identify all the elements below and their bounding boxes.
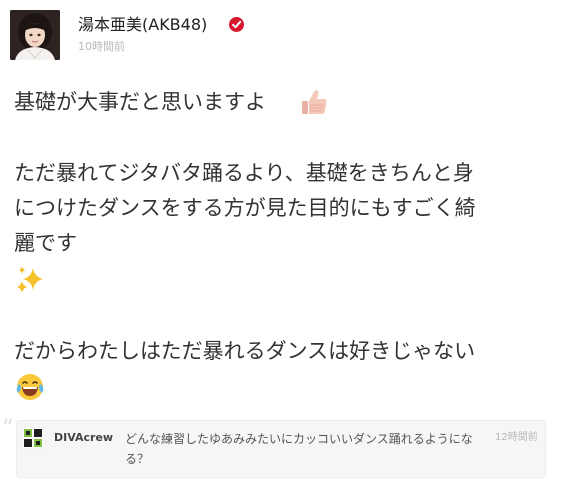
post-text-line: 麗です [14, 231, 77, 255]
post-timestamp[interactable]: 10時間前 [78, 40, 125, 54]
author-avatar[interactable] [10, 10, 60, 60]
comment-text: どんな練習したゆあみみたいにカッコいいダンス踊れるようになる？ [125, 432, 473, 466]
author-name[interactable]: 湯本亜美(AKB48) [78, 14, 207, 36]
laughing-crying-face-icon [14, 371, 46, 403]
post-text-line: につけたダンスをする方が見た目的にもすごく綺 [14, 196, 476, 220]
sparkles-icon [14, 264, 46, 296]
commenter-name[interactable]: DIVAcrew [54, 430, 113, 446]
commenter-avatar[interactable] [22, 427, 44, 449]
thumbs-up-icon [298, 86, 330, 118]
comment-timestamp: 12時間前 [495, 432, 538, 443]
diva-logo-icon [22, 427, 44, 449]
post-text-line: だからわたしはただ暴れるダンスは好きじゃない [14, 339, 476, 363]
post-text-line: ただ暴れてジタバタ踊るより、基礎をきちんと身 [14, 161, 474, 185]
avatar-photo-icon [10, 10, 60, 60]
quote-mark-icon: “ [2, 416, 14, 441]
comment-card: DIVAcrew どんな練習したゆあみみたいにカッコいいダンス踊れるようになる？… [16, 420, 546, 478]
verified-badge-icon [229, 17, 244, 32]
post-text-line: 基礎が大事だと思いますよ [14, 90, 266, 114]
